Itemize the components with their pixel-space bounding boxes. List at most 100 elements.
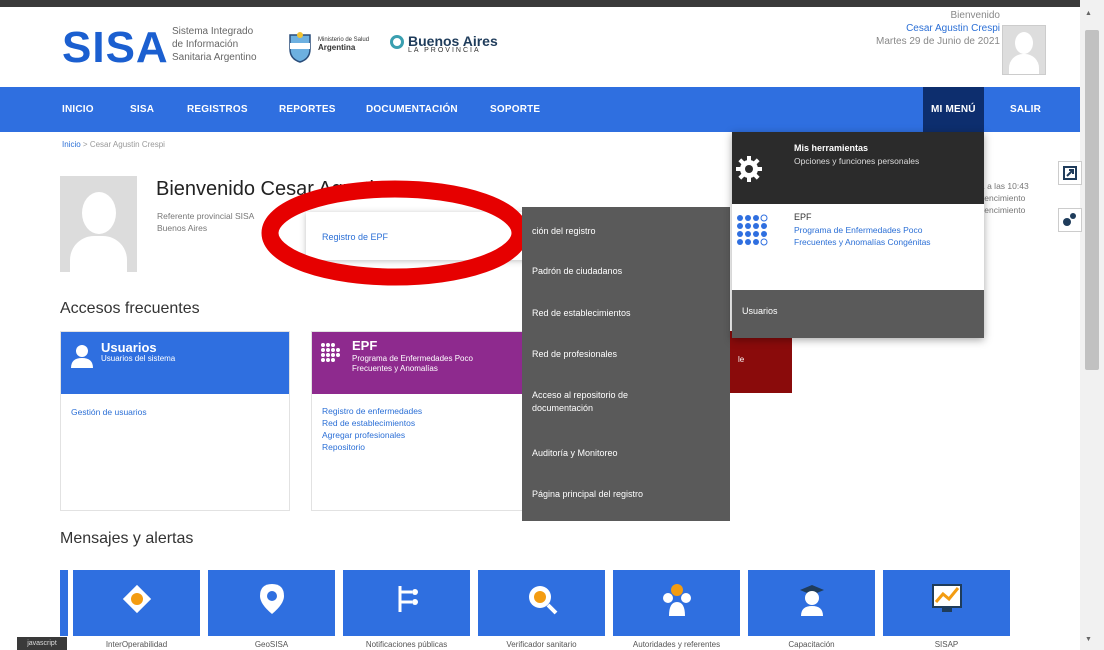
gestion-usuarios-link[interactable]: Gestión de usuarios <box>71 407 147 417</box>
gear-icon <box>736 156 762 182</box>
tree-icon <box>398 586 418 612</box>
user-icon <box>71 345 93 368</box>
tile-capacitacion[interactable]: Capacitación <box>748 570 875 650</box>
tile-interoperabilidad[interactable]: InterOperabilidad <box>73 570 200 650</box>
external-link-button[interactable] <box>1058 161 1082 185</box>
ministry-shield-icon <box>289 32 311 63</box>
nav-sisa[interactable]: SISA <box>130 87 154 132</box>
external-link-icon <box>1063 166 1077 180</box>
mi-menu-epf-desc[interactable]: Programa de Enfermedades Poco Frecuentes… <box>794 224 964 248</box>
scrollbar-thumb[interactable] <box>1085 30 1099 370</box>
third-card-header[interactable]: le <box>730 331 792 393</box>
epf-dots-icon <box>321 343 340 362</box>
tile-sisap[interactable]: SISAP <box>883 570 1010 650</box>
chart-monitor-icon <box>932 584 962 612</box>
breadcrumb-home[interactable]: Inicio <box>62 140 81 149</box>
breadcrumb-current: Cesar Agustin Crespi <box>89 140 165 149</box>
nav-inicio[interactable]: INICIO <box>62 87 94 132</box>
sisa-subtitle-line: Sanitaria Argentino <box>172 52 257 63</box>
profile-role: Referente provincial SISA Buenos Aires <box>157 210 254 234</box>
sisa-subtitle-line: Sistema Integrado <box>172 26 254 37</box>
usuarios-card-header[interactable]: Usuarios Usuarios del sistema <box>61 332 289 394</box>
current-date: Martes 29 de Junio de 2021 <box>876 36 1000 47</box>
dropdown-item-red-profesionales[interactable]: Red de profesionales <box>532 348 712 361</box>
tile-notificaciones[interactable]: Notificaciones públicas <box>343 570 470 650</box>
dropdown-item-pagina-principal[interactable]: Página principal del registro <box>532 488 712 501</box>
nav-mi-menu-label: MI MENÚ <box>931 104 976 115</box>
tile-label: Verificador sanitario <box>506 640 577 649</box>
greeting: Bienvenido <box>950 10 1000 21</box>
profile-avatar <box>60 176 137 272</box>
scroll-down-icon[interactable]: ▼ <box>1085 636 1092 643</box>
nav-reportes[interactable]: REPORTES <box>279 87 336 132</box>
mensajes-title: Mensajes y alertas <box>60 530 194 547</box>
epf-dots-icon <box>737 214 768 246</box>
profile-meta-line: 1 a las 10:43 <box>980 181 1029 191</box>
sisa-subtitle: Sistema Integrado de Información Sanitar… <box>172 25 282 64</box>
mi-menu-usuarios[interactable]: Usuarios <box>732 290 984 338</box>
epf-card-subtitle: Programa de Enfermedades Poco Frecuentes… <box>352 354 473 373</box>
dropdown-item-auditoria[interactable]: Auditoría y Monitoreo <box>532 447 712 460</box>
top-border <box>0 0 1104 7</box>
people-icon <box>663 584 691 616</box>
accesos-title: Accesos frecuentes <box>60 300 200 317</box>
usuarios-card: Usuarios Usuarios del sistema Gestión de… <box>60 331 290 511</box>
registro-dropdown: ción del registro Padrón de ciudadanos R… <box>522 207 730 521</box>
red-highlight-ellipse <box>261 180 529 286</box>
nav-documentacion[interactable]: DOCUMENTACIÓN <box>366 87 458 132</box>
buenos-aires-icon <box>390 35 404 49</box>
user-name[interactable]: Cesar Agustin Crespi <box>876 22 1000 35</box>
user-avatar[interactable] <box>1002 25 1046 75</box>
third-card-label: le <box>738 355 745 364</box>
sisa-subtitle-line: de Información <box>172 39 239 50</box>
share-icon <box>1063 213 1076 226</box>
nav-registros[interactable]: REGISTROS <box>187 87 248 132</box>
red-establecimientos-link[interactable]: Red de establecimientos <box>322 418 415 428</box>
interoperability-icon <box>122 584 152 614</box>
ministry-country: Argentina <box>318 43 356 52</box>
tile-label: Notificaciones públicas <box>365 640 448 649</box>
mis-herramientas-title: Mis herramientas <box>794 143 869 153</box>
nav-salir[interactable]: SALIR <box>1010 87 1041 132</box>
breadcrumb-separator: > <box>80 140 90 149</box>
tile-label: Capacitación <box>788 640 835 649</box>
profile-province: Buenos Aires <box>157 223 208 233</box>
profile-role-line: Referente provincial SISA <box>157 211 255 221</box>
tile-verificador[interactable]: Verificador sanitario <box>478 570 605 650</box>
breadcrumb: Inicio > Cesar Agustin Crespi <box>62 140 165 149</box>
usuarios-card-title: Usuarios <box>101 340 157 355</box>
profile-meta-line: vencimiento <box>980 193 1026 203</box>
epf-card: EPF Programa de Enfermedades Poco Frecue… <box>311 331 541 511</box>
profile-meta-line: vencimiento <box>980 205 1026 215</box>
scroll-up-icon[interactable]: ▲ <box>1085 10 1092 17</box>
tiles-left-edge <box>60 570 68 636</box>
mis-herramientas-desc: Opciones y funciones personales <box>794 156 920 166</box>
user-info: Bienvenido Cesar Agustin Crespi Martes 2… <box>876 9 1000 48</box>
magnifier-icon <box>529 586 558 615</box>
dropdown-item-red-establecimientos[interactable]: Red de establecimientos <box>532 307 712 320</box>
epf-card-header[interactable]: EPF Programa de Enfermedades Poco Frecue… <box>312 332 540 394</box>
mi-menu-usuarios-label: Usuarios <box>742 306 778 316</box>
map-pin-icon <box>260 584 284 614</box>
buenos-aires-sub: LA PROVINCIA <box>408 47 481 54</box>
tile-label: GeoSISA <box>254 640 289 649</box>
sisa-logo[interactable]: SISA <box>62 24 169 72</box>
dropdown-item-repositorio[interactable]: Acceso al repositorio de documentación <box>532 389 682 415</box>
mis-herramientas-item[interactable]: Mis herramientas Opciones y funciones pe… <box>732 132 984 204</box>
dropdown-item-padron[interactable]: Padrón de ciudadanos <box>532 265 712 278</box>
registro-enfermedades-link[interactable]: Registro de enfermedades <box>322 406 422 416</box>
repositorio-link[interactable]: Repositorio <box>322 442 365 452</box>
header: SISA Sistema Integrado de Información Sa… <box>0 7 1080 87</box>
tile-geosisa[interactable]: GeoSISA <box>208 570 335 650</box>
main-nav: INICIO SISA REGISTROS REPORTES DOCUMENTA… <box>0 87 1080 132</box>
nav-soporte[interactable]: SOPORTE <box>490 87 540 132</box>
ministry-text: Ministerio de Salud Argentina <box>318 36 369 53</box>
mi-menu-epf-title[interactable]: EPF <box>794 212 812 222</box>
status-tag: javascript <box>17 637 67 650</box>
tile-autoridades[interactable]: Autoridades y referentes <box>613 570 740 650</box>
nav-mi-menu[interactable]: MI MENÚ <box>923 87 984 132</box>
profile-meta: 1 a las 10:43 vencimiento vencimiento <box>980 180 1042 216</box>
share-button[interactable] <box>1058 208 1082 232</box>
agregar-profesionales-link[interactable]: Agregar profesionales <box>322 430 405 440</box>
dropdown-item-gestion[interactable]: ción del registro <box>532 225 712 238</box>
